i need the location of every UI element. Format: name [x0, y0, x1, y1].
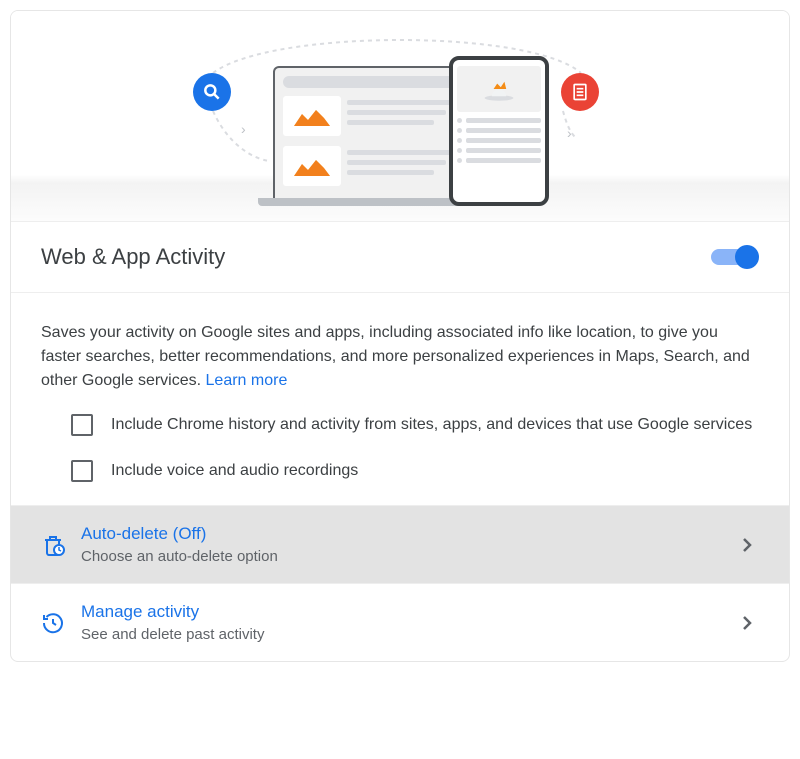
- description-text: Saves your activity on Google sites and …: [41, 321, 759, 393]
- sub-options-list: Include Chrome history and activity from…: [11, 413, 789, 505]
- activity-toggle[interactable]: [711, 245, 759, 269]
- laptop-illustration: [273, 66, 473, 206]
- search-icon: [193, 73, 231, 111]
- auto-delete-content: Auto-delete (Off) Choose an auto-delete …: [81, 524, 719, 565]
- header-row: Web & App Activity: [11, 221, 789, 293]
- auto-delete-title: Auto-delete (Off): [81, 524, 719, 544]
- description-section: Saves your activity on Google sites and …: [11, 293, 789, 413]
- chevron-right-icon: [735, 533, 759, 557]
- voice-audio-option: Include voice and audio recordings: [71, 459, 759, 483]
- manage-activity-item[interactable]: Manage activity See and delete past acti…: [11, 583, 789, 661]
- auto-delete-icon: [41, 533, 65, 557]
- chevron-right-icon: [735, 611, 759, 635]
- manage-activity-title: Manage activity: [81, 602, 719, 622]
- description-body: Saves your activity on Google sites and …: [41, 324, 750, 389]
- voice-audio-label: Include voice and audio recordings: [111, 459, 358, 483]
- chrome-history-checkbox[interactable]: [71, 414, 93, 436]
- page-title: Web & App Activity: [41, 244, 225, 270]
- manage-activity-subtitle: See and delete past activity: [81, 626, 719, 643]
- learn-more-link[interactable]: Learn more: [206, 372, 288, 389]
- tablet-illustration: [449, 56, 549, 206]
- auto-delete-item[interactable]: Auto-delete (Off) Choose an auto-delete …: [11, 505, 789, 583]
- hero-illustration: › ›: [11, 11, 789, 221]
- manage-activity-content: Manage activity See and delete past acti…: [81, 602, 719, 643]
- activity-controls-card: › ›: [10, 10, 790, 662]
- chrome-history-label: Include Chrome history and activity from…: [111, 413, 752, 437]
- chrome-history-option: Include Chrome history and activity from…: [71, 413, 759, 437]
- history-icon: [41, 611, 65, 635]
- document-icon: [561, 73, 599, 111]
- voice-audio-checkbox[interactable]: [71, 460, 93, 482]
- auto-delete-subtitle: Choose an auto-delete option: [81, 548, 719, 565]
